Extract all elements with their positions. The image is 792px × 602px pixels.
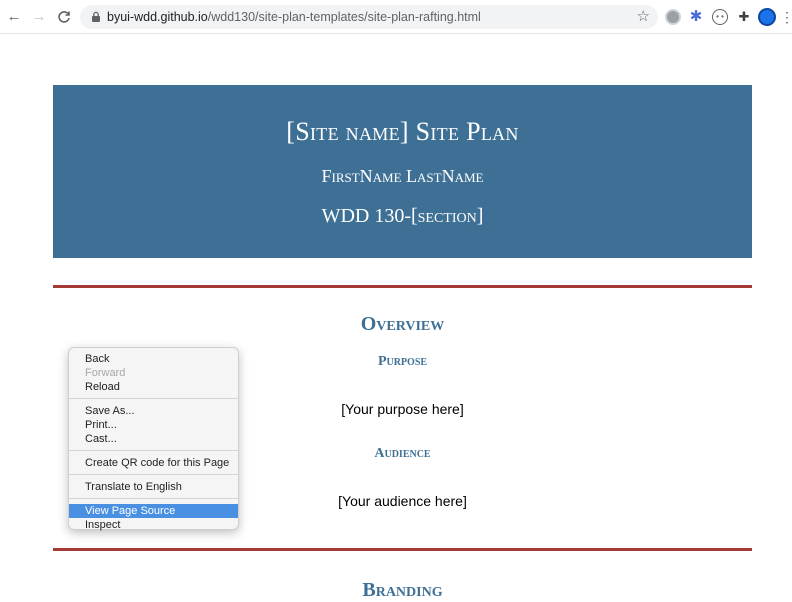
menu-separator	[69, 474, 238, 475]
overview-heading: Overview	[360, 313, 445, 335]
course-section: WDD 130-[section]	[321, 205, 484, 227]
forward-arrow-icon[interactable]: →	[29, 7, 49, 27]
menu-item-forward[interactable]: Forward	[69, 366, 238, 380]
menu-item-inspect[interactable]: Inspect	[69, 518, 238, 532]
extension-icon[interactable]	[665, 9, 681, 25]
menu-item-view-source[interactable]: View Page Source	[69, 504, 238, 518]
url-path: /wdd130/site-plan-templates/site-plan-ra…	[207, 10, 481, 24]
context-menu: Back Forward Reload Save As... Print... …	[68, 347, 239, 532]
puzzle-icon[interactable]: ✚	[736, 9, 752, 25]
menu-item-print[interactable]: Print...	[69, 418, 238, 432]
url-host: byui-wdd.github.io	[107, 10, 208, 24]
page-title: [Site name] Site Plan	[286, 117, 519, 146]
reload-icon[interactable]	[54, 7, 74, 27]
profile-icon[interactable]	[758, 8, 776, 26]
menu-item-qr-code[interactable]: Create QR code for this Page	[69, 456, 238, 470]
branding-heading: Branding	[362, 579, 443, 601]
menu-dots-icon[interactable]: ⋮	[780, 7, 792, 27]
menu-item-cast[interactable]: Cast...	[69, 432, 238, 446]
star-icon[interactable]: ☆	[637, 8, 650, 26]
browser-toolbar: ← → byui-wdd.github.io/wdd130/site-plan-…	[0, 0, 792, 34]
back-arrow-icon[interactable]: ←	[4, 7, 24, 27]
menu-separator	[69, 498, 238, 499]
hero-banner: [Site name] Site Plan FirstName LastName…	[53, 85, 752, 258]
section-divider	[53, 548, 752, 551]
menu-separator	[69, 450, 238, 451]
menu-item-back[interactable]: Back	[69, 352, 238, 366]
section-divider	[53, 285, 752, 288]
lock-icon	[92, 11, 100, 22]
menu-item-reload[interactable]: Reload	[69, 380, 238, 394]
menu-item-translate[interactable]: Translate to English	[69, 480, 238, 494]
menu-item-save-as[interactable]: Save As...	[69, 404, 238, 418]
url-text[interactable]: byui-wdd.github.io/wdd130/site-plan-temp…	[107, 5, 481, 29]
menu-separator	[69, 398, 238, 399]
address-bar[interactable]: byui-wdd.github.io/wdd130/site-plan-temp…	[80, 5, 658, 29]
author-name: FirstName LastName	[321, 166, 484, 186]
face-extension-icon[interactable]: • •	[712, 9, 728, 25]
snowflake-extension-icon[interactable]: ✱	[688, 9, 704, 25]
